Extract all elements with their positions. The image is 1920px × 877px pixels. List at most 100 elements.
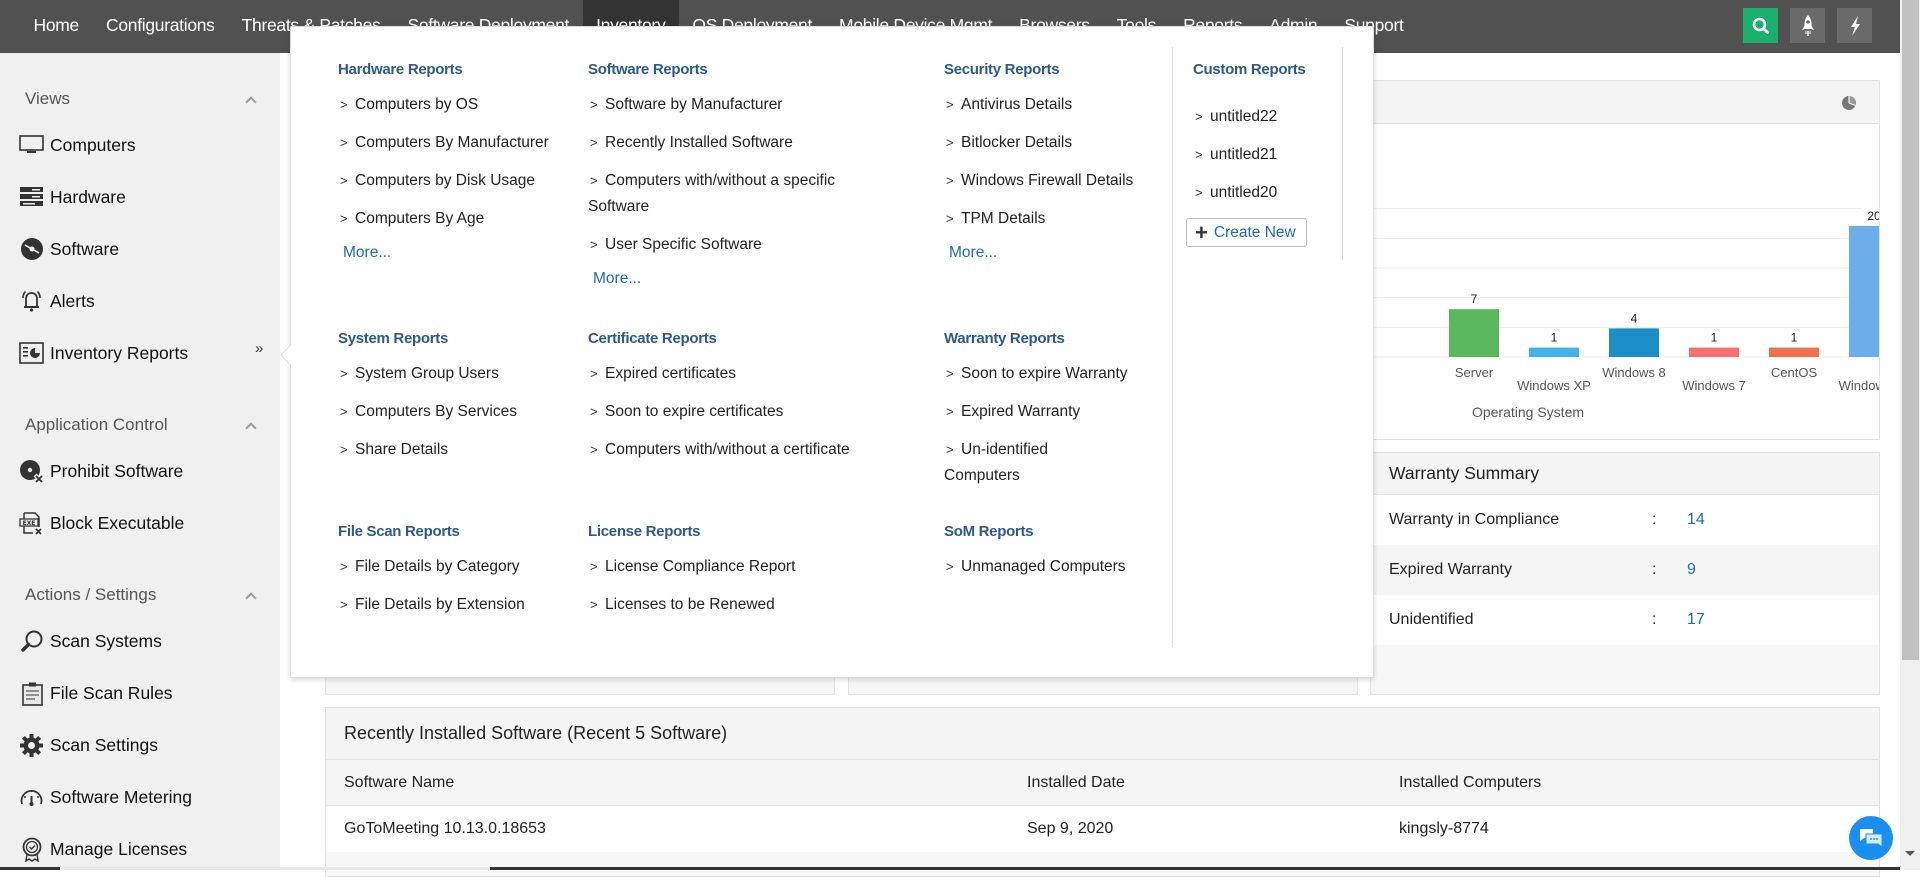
chart-bar[interactable]	[1529, 347, 1579, 357]
quick-actions-button[interactable]	[1837, 8, 1872, 43]
menu-item-computers-by-services[interactable]: > Computers By Services	[338, 399, 568, 425]
sidebar-item-block-executable[interactable]: EXE Block Executable	[19, 508, 184, 538]
software-reports-more-link[interactable]: More...	[588, 270, 878, 288]
chevron-right-icon: >	[1195, 185, 1203, 200]
menu-item-computers-with-without-software[interactable]: > Computers with/without a specific Softw…	[588, 168, 878, 220]
sidebar-item-file-scan-rules[interactable]: File Scan Rules	[19, 678, 173, 708]
gauge-icon	[20, 790, 43, 806]
menu-item-expired-certificates[interactable]: > Expired certificates	[588, 361, 908, 387]
menu-item-soon-to-expire-warranty[interactable]: > Soon to expire Warranty	[944, 361, 1144, 387]
tab-configurations[interactable]: Configurations	[92, 0, 228, 53]
menu-group-license-reports: License Reports > License Compliance Repo…	[588, 523, 888, 630]
warranty-row-separator: :	[1652, 561, 1657, 578]
menu-item-expired-warranty[interactable]: > Expired Warranty	[944, 399, 1144, 425]
search-icon	[1752, 17, 1769, 34]
menu-item-file-details-by-category[interactable]: > File Details by Category	[338, 554, 568, 580]
chart-bar[interactable]	[1849, 225, 1879, 357]
menu-item-label: untitled20	[1210, 184, 1278, 201]
warranty-row-label: Warranty in Compliance	[1389, 511, 1560, 528]
pie-chart-toggle-icon[interactable]	[1841, 95, 1857, 111]
chevron-right-icon: >	[590, 97, 598, 112]
chart-bar[interactable]	[1449, 309, 1499, 357]
collapse-actions-settings-chevron-up-icon[interactable]	[245, 592, 257, 604]
menu-item-untitled22[interactable]: > untitled22	[1193, 104, 1333, 130]
menu-divider	[1342, 47, 1343, 260]
unidentified-count-link[interactable]: 17	[1687, 611, 1705, 629]
create-new-report-button[interactable]: + Create New	[1186, 218, 1307, 247]
cell-software-name: GoToMeeting 10.13.0.18653	[344, 820, 546, 837]
menu-group-title: System Reports	[338, 330, 449, 347]
menu-item-label: Expired certificates	[605, 365, 736, 382]
menu-item-licenses-to-be-renewed[interactable]: > Licenses to be Renewed	[588, 592, 888, 618]
table-header-row: Software Name Installed Date Installed C…	[326, 760, 1879, 806]
monitor-icon	[19, 135, 44, 153]
menu-item-antivirus-details[interactable]: > Antivirus Details	[944, 92, 1144, 118]
chart-data-label: 4	[1631, 311, 1638, 325]
sidebar-item-software-metering[interactable]: Software Metering	[19, 782, 192, 812]
menu-item-license-compliance-report[interactable]: > License Compliance Report	[588, 554, 888, 580]
sidebar-item-software[interactable]: Software	[19, 234, 119, 264]
menu-item-label: Soon to expire Warranty	[961, 365, 1128, 382]
tab-home[interactable]: Home	[20, 0, 92, 53]
hardware-reports-more-link[interactable]: More...	[338, 244, 568, 262]
menu-item-user-specific-software[interactable]: > User Specific Software	[588, 232, 878, 258]
chart-bar[interactable]	[1689, 347, 1739, 357]
chart-x-axis-title: Operating System	[1472, 404, 1584, 420]
menu-item-unmanaged-computers[interactable]: > Unmanaged Computers	[944, 554, 1164, 580]
chevron-right-icon: >	[590, 237, 598, 252]
menu-item-computers-by-os[interactable]: > Computers by OS	[338, 92, 568, 118]
sidebar-item-manage-licenses[interactable]: Manage Licenses	[19, 834, 187, 864]
chart-x-tick-label: Server	[1455, 365, 1494, 380]
collapse-views-chevron-up-icon[interactable]	[245, 96, 257, 108]
menu-item-software-by-manufacturer[interactable]: > Software by Manufacturer	[588, 92, 878, 118]
menu-item-computers-with-without-certificate[interactable]: > Computers with/without a certificate	[588, 437, 908, 463]
warranty-in-compliance-count-link[interactable]: 14	[1687, 511, 1705, 529]
menu-item-label: Antivirus Details	[961, 96, 1073, 113]
chart-x-tick-label: Windows 8	[1602, 365, 1666, 380]
page-vertical-scrollbar[interactable]	[1900, 0, 1920, 870]
sidebar-item-alerts[interactable]: Alerts	[19, 286, 95, 316]
chart-bar[interactable]	[1769, 347, 1819, 357]
menu-item-tpm-details[interactable]: > TPM Details	[944, 206, 1144, 232]
expired-warranty-count-link[interactable]: 9	[1687, 561, 1696, 579]
scroll-down-arrow-icon[interactable]	[1905, 851, 1915, 856]
sidebar-item-scan-settings[interactable]: Scan Settings	[19, 730, 158, 760]
sidebar-item-label: Alerts	[50, 290, 95, 311]
menu-item-system-group-users[interactable]: > System Group Users	[338, 361, 568, 387]
search-button[interactable]	[1743, 8, 1778, 43]
menu-item-recently-installed-software[interactable]: > Recently Installed Software	[588, 130, 878, 156]
os-bar-chart: 7 Server 1 Windows XP 4 Windows 8 1 Windows 7 1 C…	[1371, 208, 1879, 420]
menu-item-computers-by-disk-usage[interactable]: > Computers by Disk Usage	[338, 168, 568, 194]
cell-installed-computers: kingsly-8774	[1399, 820, 1489, 837]
menu-item-untitled21[interactable]: > untitled21	[1193, 142, 1333, 168]
collapse-application-control-chevron-up-icon[interactable]	[245, 422, 257, 434]
column-header-software-name: Software Name	[344, 773, 455, 791]
chevron-right-icon: >	[1195, 109, 1203, 124]
quick-launch-button[interactable]	[1790, 8, 1825, 43]
menu-item-untitled20[interactable]: > untitled20	[1193, 180, 1333, 206]
sidebar-item-computers[interactable]: Computers	[19, 130, 136, 160]
menu-item-share-details[interactable]: > Share Details	[338, 437, 568, 463]
chat-support-button[interactable]	[1849, 816, 1893, 860]
chart-panel-header	[1371, 81, 1879, 124]
warranty-row: Expired Warranty : 9	[1371, 545, 1879, 595]
menu-item-computers-by-manufacturer[interactable]: > Computers By Manufacturer	[338, 130, 568, 156]
chart-x-tick-label: Windows XP	[1517, 378, 1591, 393]
menu-item-label: License Compliance Report	[605, 558, 796, 575]
sidebar-item-hardware[interactable]: Hardware	[19, 182, 126, 212]
scrollbar-thumb[interactable]	[1902, 0, 1919, 660]
sidebar-item-scan-systems[interactable]: Scan Systems	[19, 626, 162, 656]
menu-item-bitlocker-details[interactable]: > Bitlocker Details	[944, 130, 1144, 156]
chevron-right-icon: >	[946, 442, 954, 457]
menu-item-windows-firewall-details[interactable]: > Windows Firewall Details	[944, 168, 1144, 194]
expand-submenu-icon[interactable]: »	[255, 340, 263, 357]
security-reports-more-link[interactable]: More...	[944, 244, 1144, 262]
sidebar-item-inventory-reports[interactable]: Inventory Reports	[19, 338, 188, 368]
menu-divider	[1172, 47, 1173, 647]
menu-item-file-details-by-extension[interactable]: > File Details by Extension	[338, 592, 568, 618]
sidebar-item-prohibit-software[interactable]: Prohibit Software	[19, 456, 183, 486]
menu-item-computers-by-age[interactable]: > Computers By Age	[338, 206, 568, 232]
menu-item-unidentified-computers[interactable]: > Un-identified Computers	[944, 437, 1074, 489]
menu-item-soon-to-expire-certificates[interactable]: > Soon to expire certificates	[588, 399, 908, 425]
chart-bar[interactable]	[1609, 328, 1659, 357]
